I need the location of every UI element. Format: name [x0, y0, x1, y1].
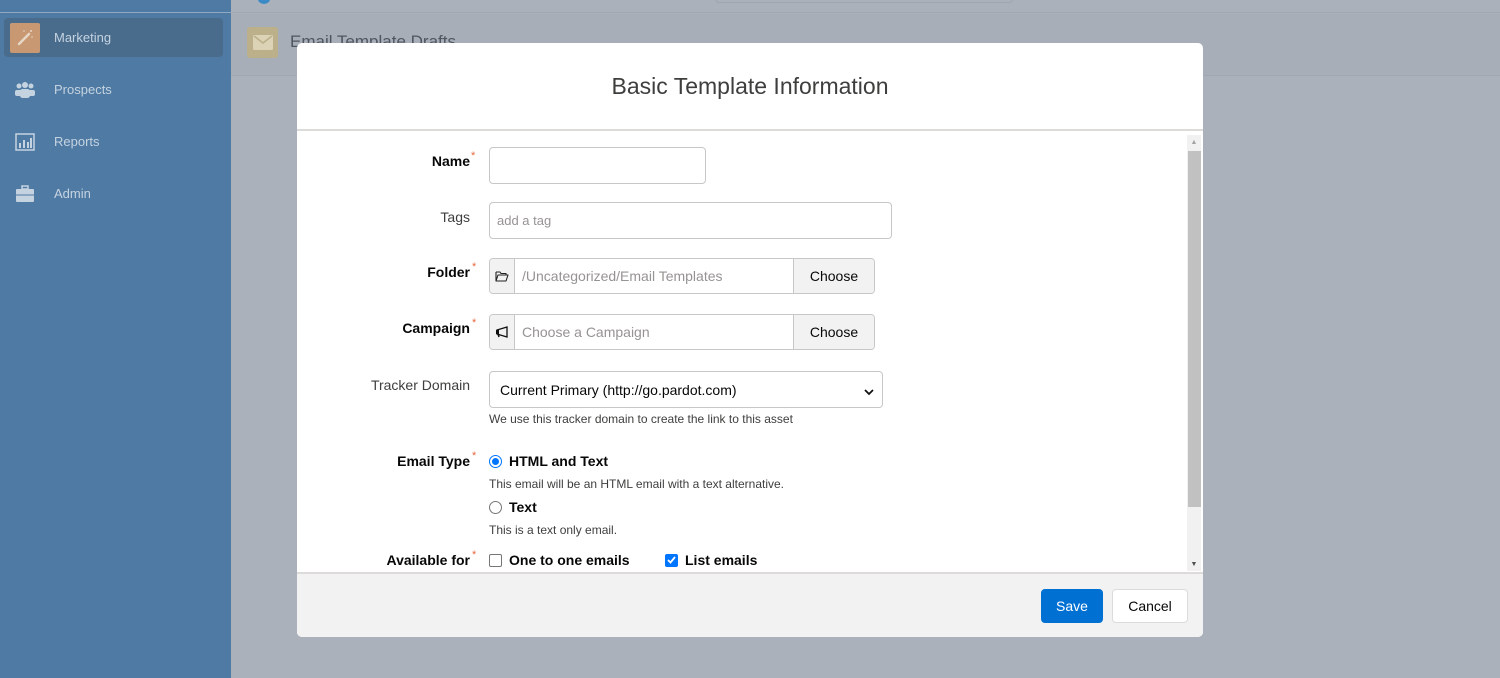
- email-type-text-radio[interactable]: Text: [489, 499, 537, 515]
- envelope-icon: [247, 27, 278, 58]
- scroll-down-arrow-icon[interactable]: ▼: [1187, 557, 1201, 571]
- sidebar-item-label: Prospects: [54, 82, 112, 97]
- name-input[interactable]: [489, 147, 706, 184]
- email-type-label: Email Type: [397, 453, 470, 469]
- option-label: HTML and Text: [509, 453, 609, 469]
- scroll-up-arrow-icon[interactable]: ▲: [1187, 135, 1201, 149]
- tags-placeholder: add a tag: [497, 213, 552, 228]
- modal-scrollbar[interactable]: ▲ ▼: [1187, 135, 1201, 571]
- email-type-text-description: This is a text only email.: [489, 523, 618, 537]
- option-label: List emails: [685, 552, 758, 568]
- modal-body: Name * Tags add a tag Folder * /Uncatego…: [297, 133, 1203, 572]
- megaphone-icon: [490, 315, 515, 349]
- tracker-domain-select[interactable]: Current Primary (http://go.pardot.com): [489, 371, 883, 408]
- tracker-domain-help: We use this tracker domain to create the…: [489, 412, 793, 426]
- campaign-field: Choose a Campaign Choose: [489, 314, 875, 350]
- basic-template-info-modal: Basic Template Information Name * Tags a…: [297, 43, 1203, 637]
- folder-field: /Uncategorized/Email Templates Choose: [489, 258, 875, 294]
- folder-open-icon: [490, 259, 515, 293]
- chevron-down-icon: [864, 383, 874, 399]
- available-for-label: Available for: [386, 552, 470, 568]
- people-icon: [10, 75, 40, 105]
- radio-button[interactable]: [489, 500, 502, 514]
- tracker-domain-selected: Current Primary (http://go.pardot.com): [500, 381, 737, 398]
- name-label: Name: [431, 153, 470, 169]
- sidebar-item-label: Marketing: [54, 30, 112, 45]
- modal-footer: Save Cancel: [297, 572, 1203, 637]
- sidebar: Marketing Prospects Reports Admin: [0, 0, 231, 678]
- folder-path[interactable]: /Uncategorized/Email Templates: [515, 259, 793, 293]
- checkbox[interactable]: [489, 553, 502, 567]
- modal-title: Basic Template Information: [611, 73, 889, 99]
- radio-button[interactable]: [489, 454, 502, 468]
- global-search: [715, 0, 1013, 3]
- folder-choose-button[interactable]: Choose: [793, 259, 874, 293]
- magic-wand-icon: [10, 22, 40, 53]
- tags-label: Tags: [440, 209, 470, 225]
- save-button[interactable]: Save: [1041, 589, 1103, 623]
- list-emails-checkbox[interactable]: List emails: [665, 552, 757, 568]
- folder-label: Folder: [427, 264, 470, 280]
- sidebar-item-marketing[interactable]: Marketing: [4, 18, 223, 57]
- campaign-placeholder[interactable]: Choose a Campaign: [515, 315, 793, 349]
- bar-chart-icon: [10, 127, 40, 157]
- required-marker: *: [472, 549, 477, 561]
- sidebar-item-prospects[interactable]: Prospects: [4, 70, 223, 109]
- required-marker: *: [471, 150, 476, 162]
- sidebar-item-label: Admin: [54, 186, 91, 201]
- option-label: Text: [509, 499, 537, 515]
- briefcase-icon: [10, 179, 40, 209]
- required-marker: *: [472, 261, 477, 273]
- sidebar-item-admin[interactable]: Admin: [4, 174, 223, 213]
- tracker-domain-label: Tracker Domain: [370, 377, 470, 393]
- sidebar-item-reports[interactable]: Reports: [4, 122, 223, 161]
- campaign-label: Campaign: [402, 320, 470, 336]
- tags-input[interactable]: add a tag: [489, 202, 892, 239]
- required-marker: *: [472, 317, 477, 329]
- checkbox[interactable]: [665, 553, 678, 567]
- option-label: One to one emails: [509, 552, 630, 568]
- scrollbar-thumb[interactable]: [1188, 151, 1201, 507]
- cancel-button[interactable]: Cancel: [1112, 589, 1188, 623]
- email-type-html-description: This email will be an HTML email with a …: [489, 477, 784, 491]
- required-marker: *: [472, 450, 477, 462]
- sidebar-divider: [0, 12, 231, 13]
- email-type-html-radio[interactable]: HTML and Text: [489, 453, 608, 469]
- sidebar-item-label: Reports: [54, 134, 100, 149]
- campaign-choose-button[interactable]: Choose: [793, 315, 874, 349]
- checkmark-icon: [667, 556, 676, 564]
- modal-header: Basic Template Information: [297, 43, 1203, 131]
- one-to-one-emails-checkbox[interactable]: One to one emails: [489, 552, 630, 568]
